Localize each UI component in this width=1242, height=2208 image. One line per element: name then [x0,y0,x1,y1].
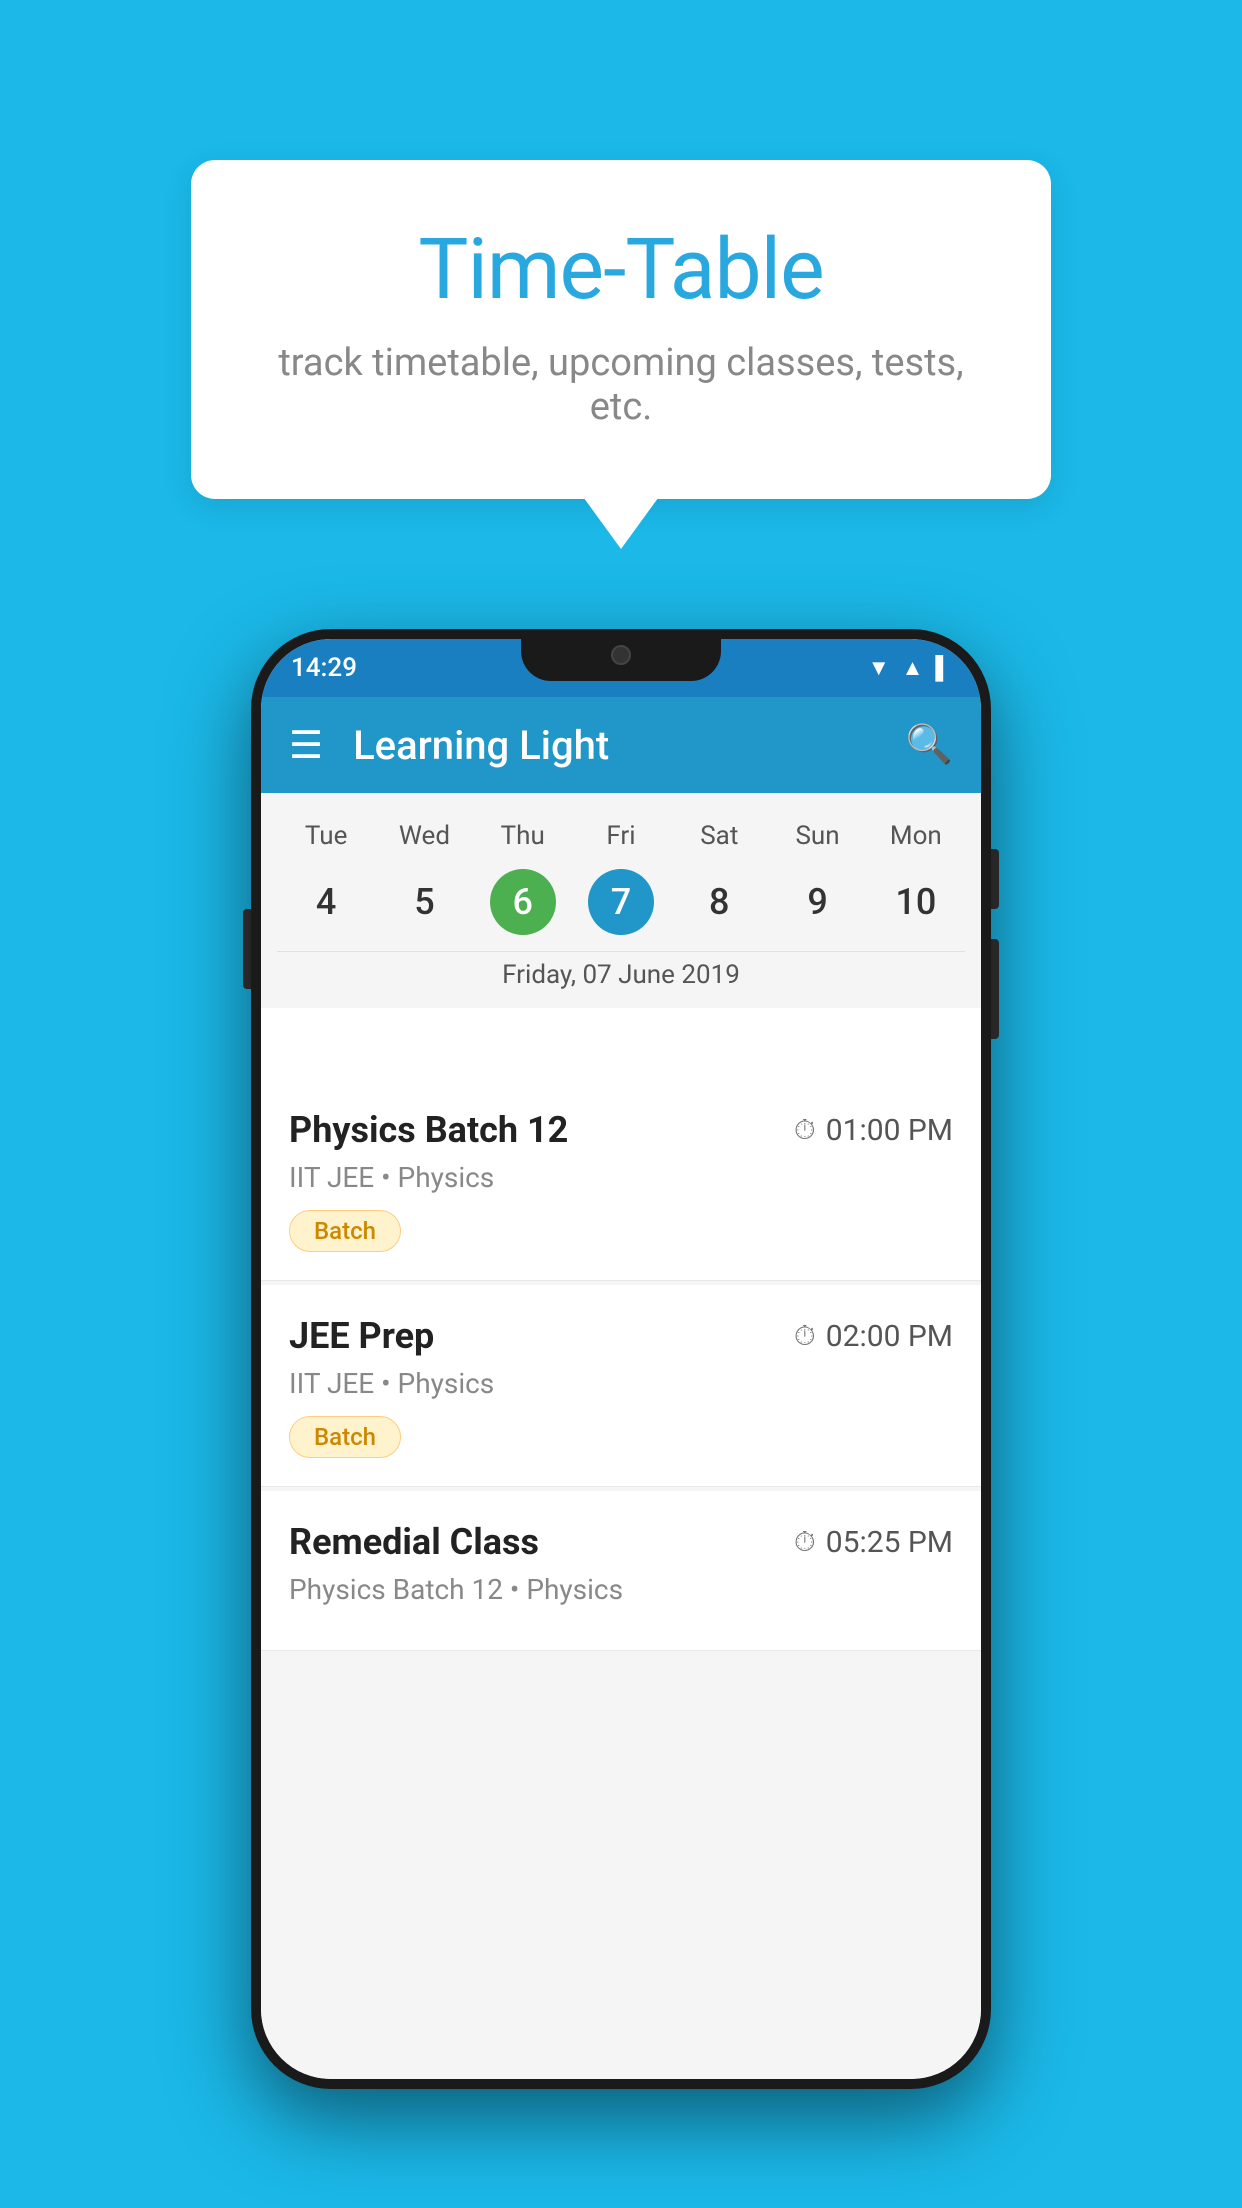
day-headers: Tue Wed Thu Fri Sat Sun Mon [277,813,965,859]
tooltip-card: Time-Table track timetable, upcoming cla… [191,160,1051,499]
calendar-strip: Tue Wed Thu Fri Sat Sun Mon 4 5 6 7 8 9 … [261,793,981,1008]
date-8[interactable]: 8 [670,869,768,935]
day-sun: Sun [768,813,866,859]
clock-icon-2: ⏱ [794,1319,816,1353]
signal-icon: ▲ [902,655,924,681]
day-fri: Fri [572,813,670,859]
phone-outer: 14:29 ▼ ▲ ▌ ☰ Learning Light 🔍 Tue Wed T… [251,629,991,2089]
schedule-item-1-time: ⏱ 01:00 PM [794,1113,953,1148]
schedule-item-1-header: Physics Batch 12 ⏱ 01:00 PM [289,1109,953,1151]
power-button-bottom [991,939,999,1039]
date-5[interactable]: 5 [375,869,473,935]
schedule-item-2-header: JEE Prep ⏱ 02:00 PM [289,1315,953,1357]
clock-icon-3: ⏱ [794,1525,816,1559]
battery-icon: ▌ [935,655,951,681]
day-sat: Sat [670,813,768,859]
volume-button [243,909,251,989]
date-7-selected[interactable]: 7 [588,869,654,935]
day-wed: Wed [375,813,473,859]
batch-tag-1: Batch [289,1210,401,1252]
phone-screen: 14:29 ▼ ▲ ▌ ☰ Learning Light 🔍 Tue Wed T… [261,639,981,2079]
app-bar: ☰ Learning Light 🔍 [261,697,981,793]
date-6-today[interactable]: 6 [490,869,556,935]
day-numbers: 4 5 6 7 8 9 10 [277,869,965,935]
schedule-item-2-time: ⏱ 02:00 PM [794,1319,953,1354]
schedule-item-3-header: Remedial Class ⏱ 05:25 PM [289,1521,953,1563]
clock-icon-1: ⏱ [794,1113,816,1147]
schedule-item-2[interactable]: JEE Prep ⏱ 02:00 PM IIT JEE • Physics Ba… [261,1285,981,1487]
app-title: Learning Light [353,722,906,769]
date-10[interactable]: 10 [867,869,965,935]
schedule-item-3-sub: Physics Batch 12 • Physics [289,1573,953,1606]
selected-date-label: Friday, 07 June 2019 [277,951,965,1008]
date-4[interactable]: 4 [277,869,375,935]
day-tue: Tue [277,813,375,859]
tooltip-subtitle: track timetable, upcoming classes, tests… [271,341,971,429]
schedule-item-3-title: Remedial Class [289,1521,539,1563]
schedule-item-3-time: ⏱ 05:25 PM [794,1525,953,1560]
schedule-item-1-title: Physics Batch 12 [289,1109,568,1151]
tooltip-title: Time-Table [271,220,971,319]
hamburger-icon[interactable]: ☰ [289,723,323,768]
status-icons: ▼ ▲ ▌ [868,655,951,681]
date-9[interactable]: 9 [768,869,866,935]
wifi-icon: ▼ [868,655,890,681]
schedule-item-1[interactable]: Physics Batch 12 ⏱ 01:00 PM IIT JEE • Ph… [261,1079,981,1281]
schedule-item-3[interactable]: Remedial Class ⏱ 05:25 PM Physics Batch … [261,1491,981,1651]
schedule-item-2-sub: IIT JEE • Physics [289,1367,953,1400]
batch-tag-2: Batch [289,1416,401,1458]
schedule-list: Physics Batch 12 ⏱ 01:00 PM IIT JEE • Ph… [261,1079,981,2079]
power-button-top [991,849,999,909]
schedule-item-1-sub: IIT JEE • Physics [289,1161,953,1194]
day-mon: Mon [867,813,965,859]
search-icon[interactable]: 🔍 [906,723,953,767]
schedule-item-2-title: JEE Prep [289,1315,434,1357]
notch [521,629,721,681]
status-time: 14:29 [291,653,357,683]
phone-mockup: 14:29 ▼ ▲ ▌ ☰ Learning Light 🔍 Tue Wed T… [251,629,991,2089]
camera [611,645,631,665]
day-thu: Thu [474,813,572,859]
